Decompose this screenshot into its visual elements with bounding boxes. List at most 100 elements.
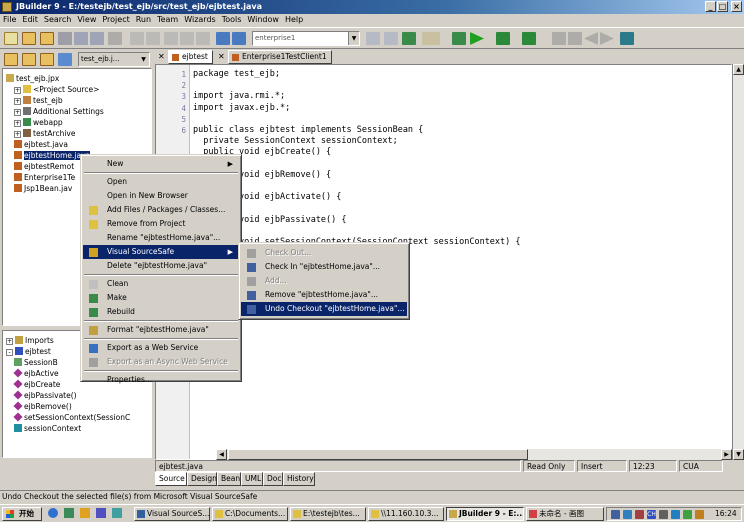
taskbar-vss[interactable]: Visual SourceS... <box>134 507 210 521</box>
tab-ejbtest[interactable]: ejbtest <box>168 50 213 64</box>
menu-item-make[interactable]: Make <box>83 291 239 305</box>
menu-item-add[interactable]: Add... <box>241 274 407 288</box>
paste-icon[interactable] <box>196 32 210 45</box>
menu-item-format-ejbtesthome-java[interactable]: Format "ejbtestHome.java" <box>83 323 239 337</box>
expand-icon[interactable]: + <box>6 338 13 345</box>
tree-item[interactable]: ejbtestHome.java <box>14 150 91 161</box>
start-button[interactable]: 开始 <box>2 507 42 521</box>
menu-team[interactable]: Team <box>157 15 178 24</box>
ie-icon[interactable] <box>48 508 58 518</box>
tree-item[interactable]: test_ejb.jpx <box>6 73 59 84</box>
code-line[interactable]: import java.rmi.*; <box>193 91 285 102</box>
undo-icon[interactable] <box>130 32 144 45</box>
menu-item-new[interactable]: New ▶ <box>83 157 239 171</box>
scroll-thumb[interactable] <box>228 449 528 460</box>
expand-icon[interactable]: + <box>14 109 21 116</box>
tree-item[interactable]: + <Project Source> <box>14 84 99 95</box>
cut-icon[interactable] <box>164 32 178 45</box>
expand-icon[interactable]: + <box>14 87 21 94</box>
scroll-up-icon[interactable]: ▲ <box>733 64 744 75</box>
chevron-down-icon[interactable]: ▼ <box>348 32 359 45</box>
make-project-icon[interactable] <box>452 32 466 45</box>
menu-search[interactable]: Search <box>44 15 71 24</box>
close-project-icon[interactable] <box>40 53 54 66</box>
taskbar-jbuilder[interactable]: JBuilder 9 - E:... <box>446 507 524 521</box>
tree-item[interactable]: + Additional Settings <box>14 106 104 117</box>
tree-item[interactable]: ejbPassivate() <box>13 390 77 401</box>
tab-history[interactable]: History <box>283 472 315 486</box>
deploy-icon[interactable] <box>402 32 416 45</box>
save-all-icon[interactable] <box>90 32 104 45</box>
run-icon[interactable] <box>470 32 484 45</box>
home-icon[interactable] <box>552 32 566 45</box>
close-button[interactable]: × <box>731 1 742 12</box>
project-dropdown-icon[interactable] <box>422 32 440 45</box>
code-line[interactable]: private SessionContext sessionContext; <box>193 136 397 147</box>
tree-item[interactable]: ejbCreate <box>13 379 60 390</box>
save-icon[interactable] <box>74 32 88 45</box>
tray-language-indicator[interactable]: CH <box>647 510 656 519</box>
nav-dropdown-icon[interactable] <box>568 32 582 45</box>
tray-app-icon[interactable] <box>683 510 692 519</box>
code-line[interactable]: package test_ejb; <box>193 69 280 80</box>
menu-item-remove-from-project[interactable]: Remove from Project <box>83 217 239 231</box>
taskbar-network[interactable]: \\11.160.10.3... <box>368 507 444 521</box>
tab-enterprise1testclient1[interactable]: Enterprise1TestClient1 <box>228 50 332 64</box>
taskbar-testejb[interactable]: E:\testejb\tes... <box>290 507 366 521</box>
tree-item[interactable]: - ejbtest <box>6 346 51 357</box>
tree-item[interactable]: ejbRemove() <box>13 401 72 412</box>
expand-icon[interactable]: + <box>14 131 21 138</box>
tray-security-icon[interactable] <box>623 510 632 519</box>
remove-file-icon[interactable] <box>22 53 36 66</box>
tree-item[interactable]: + test_ejb <box>14 95 63 106</box>
tree-item[interactable]: ejbtest.java <box>14 139 68 150</box>
tree-item[interactable]: ejbtestRemot <box>14 161 74 172</box>
quicklaunch-icon[interactable] <box>112 508 122 518</box>
expand-icon[interactable]: + <box>14 120 21 127</box>
taskbar-documents[interactable]: C:\Documents... <box>212 507 288 521</box>
find-icon[interactable] <box>216 32 230 45</box>
expand-icon[interactable]: + <box>14 98 21 105</box>
find-next-icon[interactable] <box>232 32 246 45</box>
menu-item-rebuild[interactable]: Rebuild <box>83 305 239 319</box>
tree-item[interactable]: + webapp <box>14 117 63 128</box>
menu-view[interactable]: View <box>77 15 96 24</box>
tab-uml[interactable]: UML <box>241 472 263 486</box>
menu-window[interactable]: Window <box>247 15 279 24</box>
scroll-right-icon[interactable]: ▶ <box>721 449 732 460</box>
desktop-icon[interactable] <box>64 508 74 518</box>
copy-icon[interactable] <box>180 32 194 45</box>
scroll-down-icon[interactable]: ▼ <box>733 449 744 460</box>
keymap[interactable]: CUA <box>679 460 723 472</box>
tray-volume-icon[interactable] <box>671 510 680 519</box>
new-icon[interactable] <box>4 32 18 45</box>
menu-item-delete-ejbtesthome-java[interactable]: Delete "ejbtestHome.java" <box>83 259 239 273</box>
outlook-icon[interactable] <box>80 508 90 518</box>
tab-bean[interactable]: Bean <box>217 472 241 486</box>
tree-item[interactable]: SessionB <box>14 357 58 368</box>
close-tab-icon[interactable]: ✕ <box>218 52 225 61</box>
menu-item-open[interactable]: Open <box>83 175 239 189</box>
tree-item[interactable]: setSessionContext(SessionC <box>13 412 130 423</box>
menu-project[interactable]: Project <box>102 15 129 24</box>
media-icon[interactable] <box>96 508 106 518</box>
ejb-module-combo[interactable]: enterprise1 ▼ <box>252 31 360 46</box>
menu-item-open-in-new-browser[interactable]: Open in New Browser <box>83 189 239 203</box>
tray-network-icon[interactable] <box>611 510 620 519</box>
ejb-designer-icon[interactable] <box>366 32 380 45</box>
menu-help[interactable]: Help <box>285 15 303 24</box>
tree-item[interactable]: ejbActive <box>13 368 59 379</box>
help-book-icon[interactable] <box>620 32 634 45</box>
menu-item-add-files-packages-classes[interactable]: Add Files / Packages / Classes... <box>83 203 239 217</box>
minimize-button[interactable]: _ <box>705 1 716 12</box>
tab-design[interactable]: Design <box>187 472 217 486</box>
close-file-icon[interactable] <box>58 32 72 45</box>
menu-item-remove-ejbtesthome-java[interactable]: Remove "ejbtestHome.java"... <box>241 288 407 302</box>
tree-item[interactable]: + testArchive <box>14 128 75 139</box>
tray-antivirus-icon[interactable] <box>635 510 644 519</box>
tree-item[interactable]: + Imports <box>6 335 54 346</box>
reopen-icon[interactable] <box>40 32 54 45</box>
code-line[interactable]: import javax.ejb.*; <box>193 103 290 114</box>
ejb-wizard-icon[interactable] <box>384 32 398 45</box>
optimize-icon[interactable] <box>522 32 536 45</box>
